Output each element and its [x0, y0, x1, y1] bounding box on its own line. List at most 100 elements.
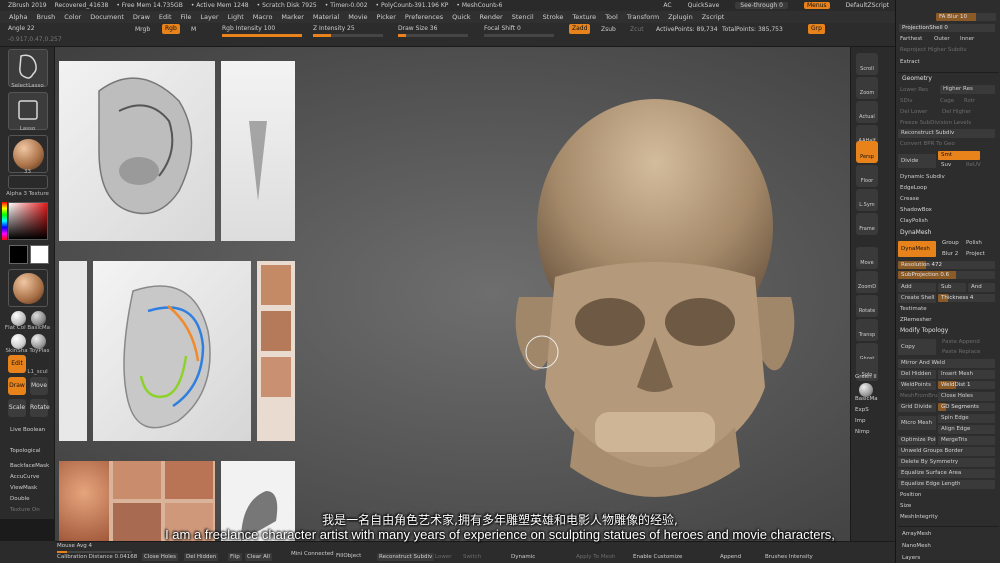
subprojection-slider[interactable]: SubProjection 0.6 — [898, 271, 995, 279]
menu-stroke[interactable]: Stroke — [543, 13, 564, 21]
dynamesh-button[interactable]: DynaMesh — [898, 241, 936, 257]
hue-bar[interactable] — [2, 202, 7, 240]
menu-zscript[interactable]: Zscript — [702, 13, 725, 21]
select-lasso-tile[interactable] — [8, 49, 48, 87]
zcut-button[interactable]: Zcut — [630, 26, 644, 33]
weldpoints-button[interactable]: WeldPoints — [898, 381, 936, 390]
menu-alpha[interactable]: Alpha — [9, 13, 27, 21]
position-section[interactable]: Position — [900, 492, 921, 498]
apply-to-mesh-button[interactable]: Apply To Mesh — [576, 554, 615, 560]
brushes-intensity-slider[interactable]: Brushes Intensity — [765, 554, 813, 560]
align-edge-button[interactable]: Align Edge — [938, 425, 995, 434]
zadd-button[interactable]: Zadd — [569, 24, 591, 34]
reproject-button[interactable]: Reproject Higher Subdiv — [900, 47, 967, 53]
basic-material-icon[interactable] — [31, 311, 46, 326]
mrgb-button[interactable]: Mrgb — [135, 26, 150, 33]
m-button[interactable]: M — [191, 26, 196, 33]
accucurve-button[interactable]: AccuCurve — [10, 474, 39, 480]
edgeloop-section[interactable]: EdgeLoop — [900, 185, 927, 191]
zremesher-section[interactable]: ZRemesher — [900, 317, 931, 323]
mirror-and-weld-button[interactable]: Mirror And Weld — [898, 359, 995, 368]
shadowbox-section[interactable]: ShadowBox — [900, 207, 932, 213]
testimate-section[interactable]: Testimate — [900, 306, 927, 312]
draw-size-slider[interactable]: Draw Size 36 — [398, 25, 437, 32]
rstr-button[interactable]: Rstr — [964, 98, 975, 104]
size-section[interactable]: Size — [900, 503, 911, 509]
freeze-subdivision-button[interactable]: Freeze SubDivision Levels — [900, 120, 971, 126]
create-shell-button[interactable]: Create Shell — [898, 294, 936, 303]
scroll-button[interactable]: Scroll — [856, 53, 878, 75]
quicksave-button[interactable]: QuickSave — [688, 2, 720, 9]
menu-render[interactable]: Render — [480, 13, 503, 21]
lower-button[interactable]: Lower — [435, 554, 451, 560]
dynamesh-section[interactable]: DynaMesh — [900, 229, 931, 236]
backface-mask-button[interactable]: BackfaceMask — [10, 463, 49, 469]
del-hidden-bottom-button[interactable]: Del Hidden — [184, 553, 219, 561]
thickness-slider[interactable]: Thickness 4 — [938, 294, 995, 302]
del-higher-button[interactable]: Del Higher — [942, 109, 971, 115]
mergetris-button[interactable]: MergeTris — [938, 436, 995, 445]
project-toggle[interactable]: Project — [966, 251, 985, 257]
menu-stencil[interactable]: Stencil — [512, 13, 534, 21]
alpha-tile[interactable] — [8, 175, 48, 189]
toy-plastic-material-icon[interactable] — [31, 334, 46, 349]
grp-button[interactable]: Grp — [808, 24, 825, 34]
crease-section[interactable]: Crease — [900, 196, 919, 202]
menus-button[interactable]: Menus — [803, 2, 830, 9]
default-zscript-button[interactable]: DefaultZScript — [846, 2, 889, 9]
reuv-toggle[interactable]: ReUV — [966, 162, 981, 168]
lower-res-button[interactable]: Lower Res — [900, 87, 928, 93]
menu-material[interactable]: Material — [313, 13, 339, 21]
rgb-intensity-slider[interactable]: Rgb Intensity 100 — [222, 25, 275, 32]
enable-customize-button[interactable]: Enable Customize — [633, 554, 682, 560]
modify-topology-section[interactable]: Modify Topology — [900, 327, 948, 334]
menu-transform[interactable]: Transform — [627, 13, 659, 21]
local-symmetry-button[interactable]: L.Sym — [856, 189, 878, 211]
menu-movie[interactable]: Movie — [348, 13, 367, 21]
actual-button[interactable]: Actual — [856, 101, 878, 123]
focal-shift-track[interactable] — [484, 34, 554, 37]
close-holes-button[interactable]: Close Holes — [938, 392, 995, 401]
menu-preferences[interactable]: Preferences — [405, 13, 443, 21]
resolution-slider[interactable]: Resolution 472 — [898, 261, 995, 269]
menu-picker[interactable]: Picker — [377, 13, 396, 21]
sdiv-slider[interactable]: SDiv — [900, 98, 913, 104]
spin-edge-button[interactable]: Spin Edge — [938, 414, 995, 423]
unweld-groups-border-button[interactable]: Unweld Groups Border — [898, 447, 995, 456]
outer-button[interactable]: Outer — [934, 36, 950, 42]
mouse-avg-slider[interactable]: Mouse Avg 4 — [57, 543, 92, 549]
topological-button[interactable]: Topological — [10, 448, 40, 454]
menu-tool[interactable]: Tool — [605, 13, 618, 21]
see-through-slider[interactable]: See-through 0 — [735, 2, 788, 9]
fablur-slider[interactable]: FA Blur 10 — [936, 13, 996, 21]
welddist-slider[interactable]: WeldDist 1 — [938, 381, 995, 389]
nanomesh-section[interactable]: NanoMesh — [902, 543, 931, 549]
secondary-color-swatch[interactable] — [30, 245, 49, 264]
zoom-button[interactable]: Zoom — [856, 77, 878, 99]
claypolish-section[interactable]: ClayPolish — [900, 218, 928, 224]
mini-connected-toggle[interactable]: Mini Connected — [291, 551, 334, 557]
exp-button[interactable]: ExpS — [855, 407, 869, 413]
switch-button[interactable]: Switch — [463, 554, 481, 560]
menu-quick[interactable]: Quick — [452, 13, 470, 21]
close-holes-bottom-button[interactable]: Close Holes — [142, 553, 179, 561]
group-toggle[interactable]: Group — [942, 240, 959, 246]
menu-layer[interactable]: Layer — [200, 13, 218, 21]
viewmask-button[interactable]: ViewMask — [10, 485, 37, 491]
calibration-distance-slider[interactable]: Calibration Distance 0.04168 — [57, 554, 137, 560]
grid-divide-button[interactable]: Grid Divide — [898, 403, 936, 412]
move-view-button[interactable]: Move — [856, 247, 878, 269]
menu-color[interactable]: Color — [64, 13, 81, 21]
nimp-button[interactable]: Nimp — [855, 429, 870, 435]
dynamic-subdiv-section[interactable]: Dynamic Subdiv — [900, 174, 945, 180]
micro-mesh-button[interactable]: Micro Mesh — [898, 416, 936, 430]
geometry-section[interactable]: Geometry — [902, 75, 932, 82]
smt-toggle[interactable]: Smt — [938, 151, 980, 160]
delete-by-symmetry-button[interactable]: Delete By Symmetry — [898, 458, 995, 467]
draw-button[interactable]: Draw — [8, 377, 26, 395]
fill-object-button[interactable]: FillObject — [336, 553, 361, 559]
rgb-intensity-track[interactable] — [222, 34, 302, 37]
flat-color-material-icon[interactable] — [11, 311, 26, 326]
dynamic-toggle[interactable]: Dynamic — [511, 554, 535, 560]
menu-draw[interactable]: Draw — [133, 13, 150, 21]
